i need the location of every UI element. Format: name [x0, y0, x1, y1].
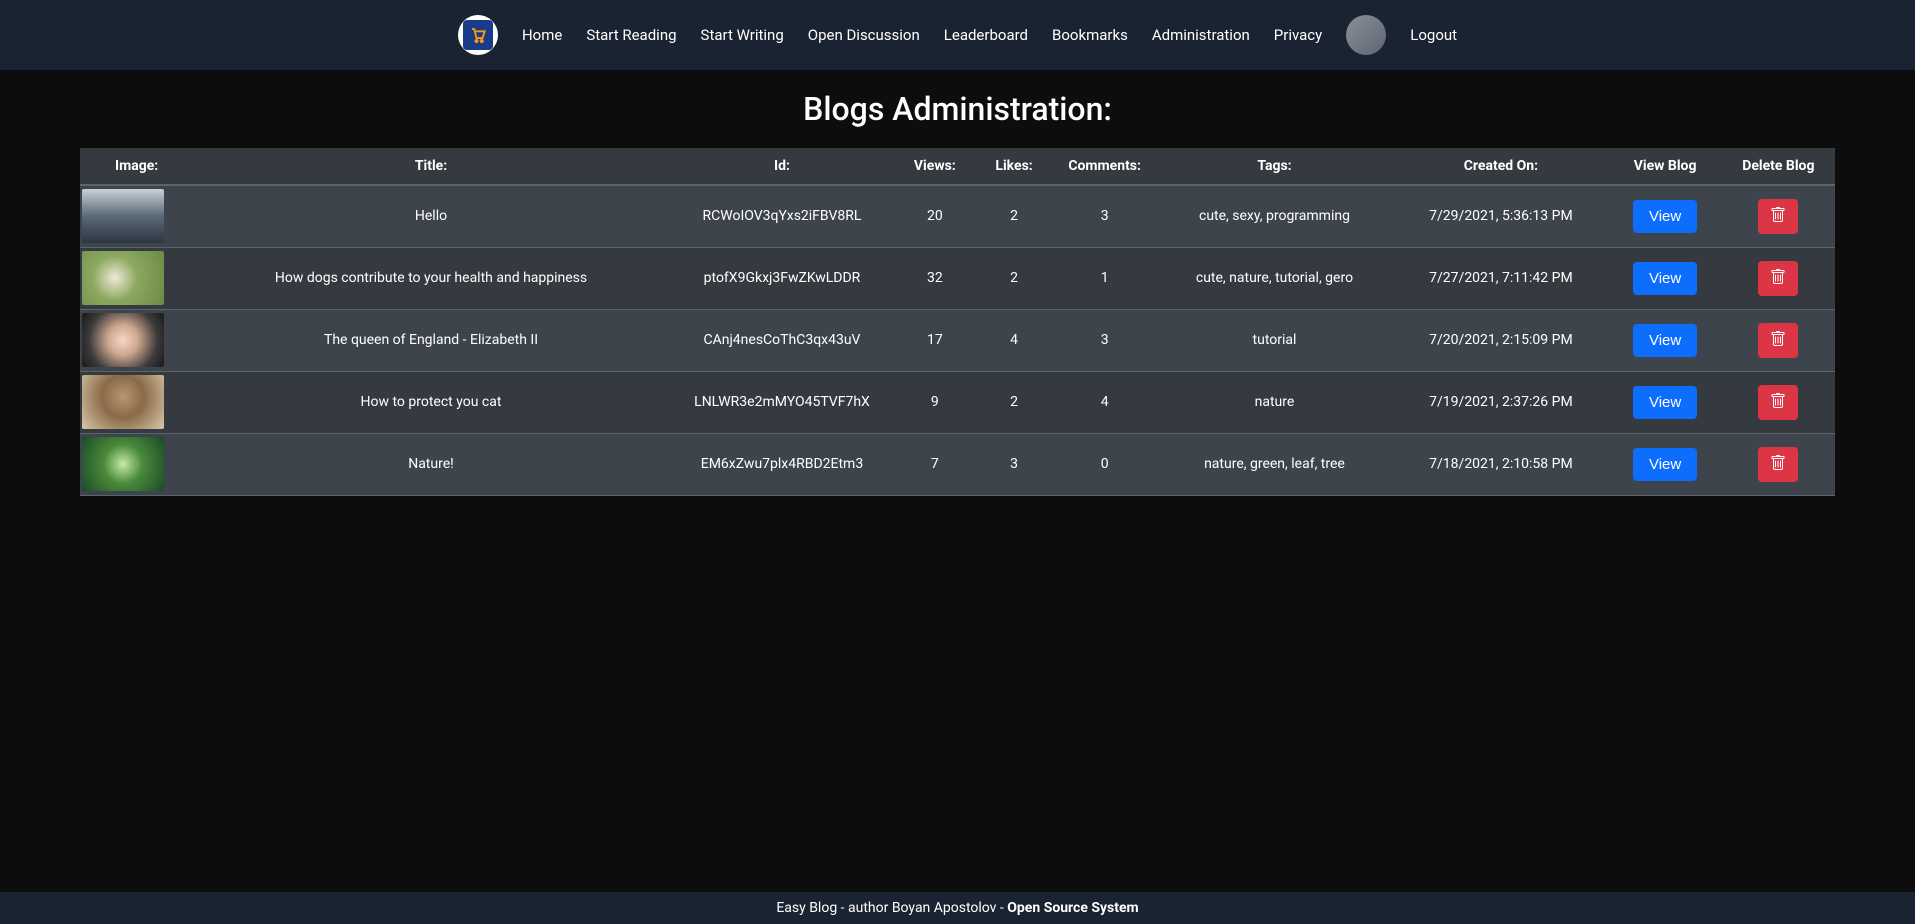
- view-button[interactable]: View: [1633, 324, 1697, 357]
- view-button[interactable]: View: [1633, 262, 1697, 295]
- cell-tags: tutorial: [1156, 309, 1394, 371]
- cell-created: 7/27/2021, 7:11:42 PM: [1393, 247, 1608, 309]
- th-view: View Blog: [1608, 148, 1721, 185]
- cell-views: 20: [895, 185, 974, 247]
- main-content: Blogs Administration: Image: Title: Id: …: [0, 70, 1915, 892]
- cell-id: ptofX9Gkxj3FwZKwLDDR: [669, 247, 895, 309]
- nav-link-leaderboard[interactable]: Leaderboard: [944, 18, 1028, 52]
- delete-button[interactable]: [1758, 385, 1798, 420]
- table-row: How dogs contribute to your health and h…: [80, 247, 1835, 309]
- table-row: Nature!EM6xZwu7plx4RBD2Etm3730nature, gr…: [80, 433, 1835, 495]
- th-views: Views:: [895, 148, 974, 185]
- cell-title: Nature!: [193, 433, 669, 495]
- view-button[interactable]: View: [1633, 448, 1697, 481]
- cell-tags: cute, sexy, programming: [1156, 185, 1394, 247]
- cell-id: CAnj4nesCoThC3qx43uV: [669, 309, 895, 371]
- th-title: Title:: [193, 148, 669, 185]
- cell-comments: 0: [1054, 433, 1156, 495]
- th-likes: Likes:: [974, 148, 1053, 185]
- table-row: HelloRCWoIOV3qYxs2iFBV8RL2023cute, sexy,…: [80, 185, 1835, 247]
- trash-icon: [1770, 393, 1786, 412]
- blogs-table: Image: Title: Id: Views: Likes: Comments…: [80, 148, 1835, 496]
- th-tags: Tags:: [1156, 148, 1394, 185]
- nav-link-home[interactable]: Home: [522, 18, 562, 52]
- cell-tags: cute, nature, tutorial, gero: [1156, 247, 1394, 309]
- cell-comments: 1: [1054, 247, 1156, 309]
- trash-icon: [1770, 455, 1786, 474]
- cell-title: How dogs contribute to your health and h…: [193, 247, 669, 309]
- nav-link-start-writing[interactable]: Start Writing: [701, 18, 784, 52]
- trash-icon: [1770, 269, 1786, 288]
- footer-bold: Open Source System: [1007, 900, 1138, 916]
- blog-thumbnail: [82, 437, 164, 491]
- blog-thumbnail: [82, 189, 164, 243]
- cell-views: 9: [895, 371, 974, 433]
- nav-link-administration[interactable]: Administration: [1152, 18, 1250, 52]
- nav-link-logout[interactable]: Logout: [1410, 18, 1457, 52]
- cell-title: The queen of England - Elizabeth II: [193, 309, 669, 371]
- cell-likes: 4: [974, 309, 1053, 371]
- cell-created: 7/18/2021, 2:10:58 PM: [1393, 433, 1608, 495]
- cell-comments: 3: [1054, 185, 1156, 247]
- cell-created: 7/20/2021, 2:15:09 PM: [1393, 309, 1608, 371]
- th-image: Image:: [80, 148, 193, 185]
- footer: Easy Blog - author Boyan Apostolov - Ope…: [0, 892, 1915, 924]
- navbar: Home Start Reading Start Writing Open Di…: [0, 0, 1915, 70]
- cell-likes: 2: [974, 185, 1053, 247]
- table-row: How to protect you catLNLWR3e2mMYO45TVF7…: [80, 371, 1835, 433]
- cell-created: 7/19/2021, 2:37:26 PM: [1393, 371, 1608, 433]
- table-header-row: Image: Title: Id: Views: Likes: Comments…: [80, 148, 1835, 185]
- cell-likes: 2: [974, 247, 1053, 309]
- delete-button[interactable]: [1758, 447, 1798, 482]
- avatar[interactable]: [1346, 15, 1386, 55]
- trash-icon: [1770, 207, 1786, 226]
- nav-link-start-reading[interactable]: Start Reading: [586, 18, 676, 52]
- delete-button[interactable]: [1758, 261, 1798, 296]
- table-row: The queen of England - Elizabeth IICAnj4…: [80, 309, 1835, 371]
- delete-button[interactable]: [1758, 199, 1798, 234]
- trash-icon: [1770, 331, 1786, 350]
- logo[interactable]: [458, 15, 498, 55]
- th-created: Created On:: [1393, 148, 1608, 185]
- blog-thumbnail: [82, 313, 164, 367]
- cell-title: How to protect you cat: [193, 371, 669, 433]
- nav-link-bookmarks[interactable]: Bookmarks: [1052, 18, 1128, 52]
- cell-id: EM6xZwu7plx4RBD2Etm3: [669, 433, 895, 495]
- th-id: Id:: [669, 148, 895, 185]
- cell-id: RCWoIOV3qYxs2iFBV8RL: [669, 185, 895, 247]
- cell-id: LNLWR3e2mMYO45TVF7hX: [669, 371, 895, 433]
- cell-views: 32: [895, 247, 974, 309]
- cell-likes: 3: [974, 433, 1053, 495]
- nav-link-privacy[interactable]: Privacy: [1274, 18, 1322, 52]
- th-delete: Delete Blog: [1722, 148, 1835, 185]
- cell-created: 7/29/2021, 5:36:13 PM: [1393, 185, 1608, 247]
- delete-button[interactable]: [1758, 323, 1798, 358]
- page-title: Blogs Administration:: [80, 90, 1835, 128]
- footer-prefix: Easy Blog - author Boyan Apostolov -: [776, 900, 1007, 916]
- cell-title: Hello: [193, 185, 669, 247]
- cell-views: 17: [895, 309, 974, 371]
- cell-comments: 4: [1054, 371, 1156, 433]
- cell-likes: 2: [974, 371, 1053, 433]
- cell-tags: nature: [1156, 371, 1394, 433]
- cell-comments: 3: [1054, 309, 1156, 371]
- nav-link-open-discussion[interactable]: Open Discussion: [808, 18, 920, 52]
- blog-thumbnail: [82, 251, 164, 305]
- view-button[interactable]: View: [1633, 386, 1697, 419]
- th-comments: Comments:: [1054, 148, 1156, 185]
- blog-thumbnail: [82, 375, 164, 429]
- cell-views: 7: [895, 433, 974, 495]
- view-button[interactable]: View: [1633, 200, 1697, 233]
- cell-tags: nature, green, leaf, tree: [1156, 433, 1394, 495]
